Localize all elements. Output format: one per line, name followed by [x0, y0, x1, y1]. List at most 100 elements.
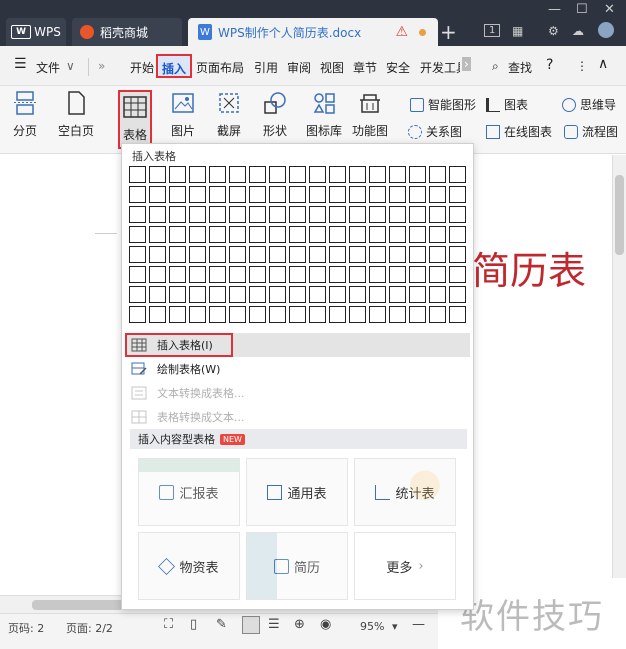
table-grid-cell[interactable] [129, 286, 146, 303]
table-grid-cell[interactable] [389, 166, 406, 183]
table-grid-cell[interactable] [429, 266, 446, 283]
table-to-text-menu-item[interactable]: 表格转换成文本... [125, 405, 470, 429]
table-grid-cell[interactable] [369, 206, 386, 223]
table-grid-cell[interactable] [209, 186, 226, 203]
picture-button[interactable]: 图片 [170, 90, 196, 139]
chevron-down-icon[interactable]: ∨ [66, 59, 75, 73]
table-grid-cell[interactable] [309, 226, 326, 243]
close-icon[interactable]: ✕ [604, 2, 615, 17]
table-grid-cell[interactable] [389, 206, 406, 223]
web-view-icon[interactable]: ⊕ [294, 617, 305, 632]
table-grid-cell[interactable] [429, 306, 446, 323]
help-icon[interactable]: ? [546, 57, 553, 73]
table-grid-cell[interactable] [349, 166, 366, 183]
function-chart-button[interactable]: 功能图 [352, 90, 388, 139]
table-grid-cell[interactable] [209, 286, 226, 303]
zoom-dropdown-icon[interactable]: ▾ [392, 620, 398, 633]
table-grid-cell[interactable] [449, 166, 466, 183]
table-grid-cell[interactable] [369, 186, 386, 203]
tab-references[interactable]: 引用 [254, 59, 278, 76]
table-grid-cell[interactable] [409, 226, 426, 243]
table-grid-cell[interactable] [189, 266, 206, 283]
table-grid-cell[interactable] [349, 206, 366, 223]
table-grid-cell[interactable] [329, 226, 346, 243]
table-grid-cell[interactable] [289, 226, 306, 243]
table-grid-cell[interactable] [409, 186, 426, 203]
flow-chart-button[interactable]: 流程图 [564, 123, 618, 140]
table-grid-cell[interactable] [149, 246, 166, 263]
table-grid-cell[interactable] [369, 286, 386, 303]
table-grid-cell[interactable] [229, 206, 246, 223]
table-grid-cell[interactable] [129, 166, 146, 183]
table-grid-cell[interactable] [149, 266, 166, 283]
page-view-icon[interactable] [242, 616, 260, 634]
card-general-table[interactable]: 通用表 [246, 458, 348, 526]
table-grid-cell[interactable] [409, 166, 426, 183]
vertical-scrollbar[interactable] [612, 155, 626, 595]
table-grid-cell[interactable] [289, 166, 306, 183]
apps-icon[interactable]: ⚙ [548, 24, 559, 38]
table-grid-cell[interactable] [309, 286, 326, 303]
table-grid-cell[interactable] [289, 246, 306, 263]
table-grid-cell[interactable] [129, 226, 146, 243]
table-grid-cell[interactable] [249, 186, 266, 203]
table-grid-cell[interactable] [149, 226, 166, 243]
table-grid-cell[interactable] [449, 226, 466, 243]
table-grid-cell[interactable] [189, 286, 206, 303]
tab-wps-home[interactable]: W WPS [6, 18, 66, 46]
table-grid-cell[interactable] [189, 246, 206, 263]
table-grid-cell[interactable] [229, 226, 246, 243]
table-grid-cell[interactable] [169, 166, 186, 183]
table-grid-cell[interactable] [329, 166, 346, 183]
table-grid-cell[interactable] [209, 246, 226, 263]
table-grid-cell[interactable] [349, 226, 366, 243]
table-grid-cell[interactable] [189, 166, 206, 183]
card-materials-table[interactable]: 物资表 [138, 532, 240, 600]
card-report-table[interactable]: 汇报表 [138, 458, 240, 526]
table-grid-cell[interactable] [249, 206, 266, 223]
table-grid-cell[interactable] [269, 286, 286, 303]
table-grid-cell[interactable] [389, 286, 406, 303]
new-tab-button[interactable]: + [440, 20, 457, 44]
table-grid-cell[interactable] [369, 246, 386, 263]
table-grid-cell[interactable] [389, 246, 406, 263]
table-grid-cell[interactable] [249, 266, 266, 283]
relation-chart-button[interactable]: 关系图 [408, 123, 462, 140]
more-templates-button[interactable]: 更多 › [354, 532, 456, 600]
tab-security[interactable]: 安全 [386, 59, 410, 76]
table-grid-cell[interactable] [309, 186, 326, 203]
table-grid-cell[interactable] [249, 286, 266, 303]
table-grid-cell[interactable] [309, 206, 326, 223]
table-grid-cell[interactable] [269, 186, 286, 203]
tab-view[interactable]: 视图 [320, 59, 344, 76]
table-grid-cell[interactable] [169, 226, 186, 243]
text-to-table-menu-item[interactable]: 文本转换成表格... [125, 381, 470, 405]
table-grid-cell[interactable] [409, 266, 426, 283]
table-grid-cell[interactable] [189, 206, 206, 223]
online-chart-button[interactable]: 在线图表 [486, 123, 552, 140]
table-grid-cell[interactable] [429, 226, 446, 243]
table-grid-cell[interactable] [209, 226, 226, 243]
table-grid-cell[interactable] [229, 266, 246, 283]
shape-button[interactable]: 形状 [262, 90, 288, 139]
mind-map-button[interactable]: 思维导 [562, 96, 616, 113]
table-grid-cell[interactable] [169, 286, 186, 303]
table-grid-cell[interactable] [149, 186, 166, 203]
table-grid-cell[interactable] [309, 246, 326, 263]
table-grid-cell[interactable] [149, 166, 166, 183]
tab-page-layout[interactable]: 页面布局 [196, 59, 244, 76]
table-grid-cell[interactable] [229, 166, 246, 183]
expand-arrows-icon[interactable]: » [98, 59, 105, 73]
card-stats-table[interactable]: 统计表 [354, 458, 456, 526]
tab-developer[interactable]: 开发工具 [420, 59, 460, 76]
maximize-icon[interactable]: ☐ [576, 2, 588, 17]
table-grid-cell[interactable] [149, 306, 166, 323]
edit-pen-icon[interactable]: ✎ [216, 617, 227, 632]
table-grid-cell[interactable] [209, 166, 226, 183]
grid-view-icon[interactable]: ▦ [512, 24, 523, 38]
table-grid-cell[interactable] [409, 206, 426, 223]
menu-scroll-right-icon[interactable]: › [462, 57, 471, 71]
table-grid-cell[interactable] [289, 286, 306, 303]
table-grid-cell[interactable] [349, 286, 366, 303]
tab-insert[interactable]: 插入 [156, 54, 193, 78]
